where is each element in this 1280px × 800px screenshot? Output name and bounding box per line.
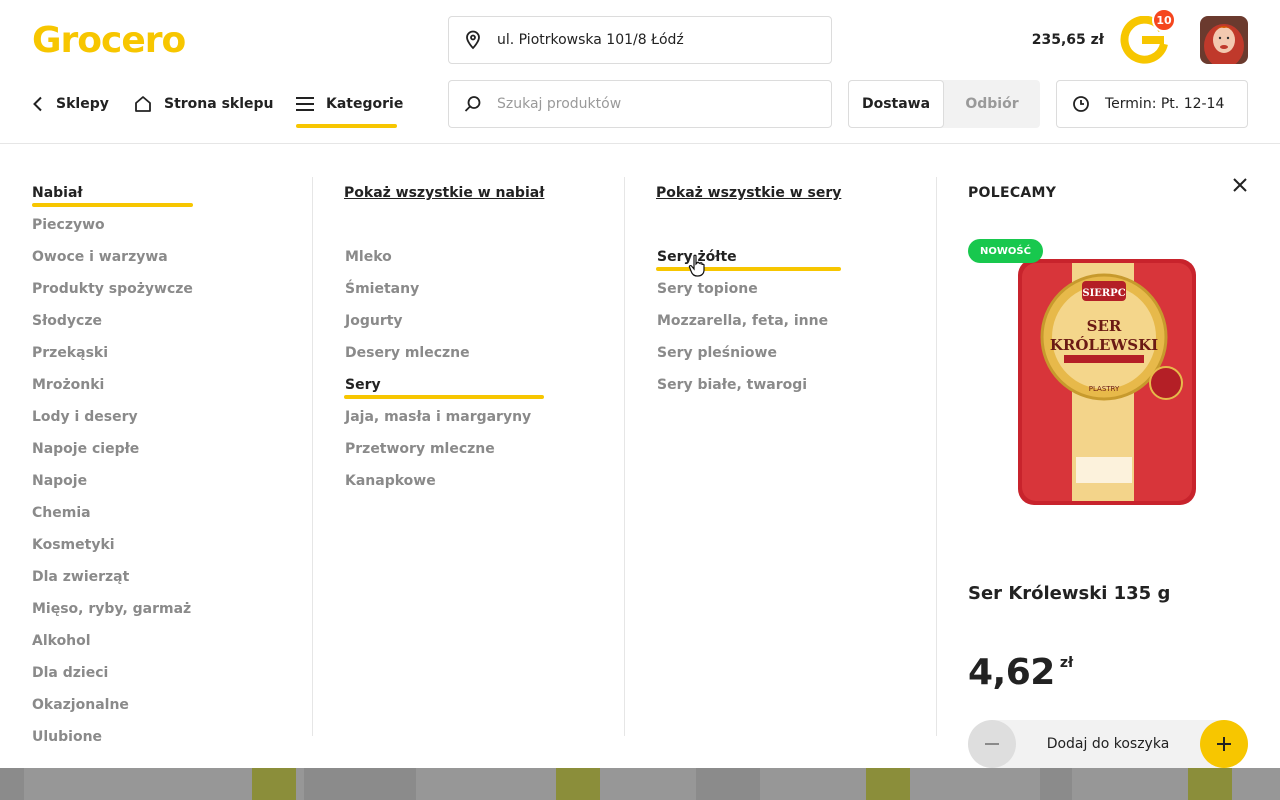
- address-text: ul. Piotrkowska 101/8 Łódź: [497, 32, 684, 48]
- avatar[interactable]: [1200, 16, 1248, 64]
- price-currency: zł: [1059, 655, 1074, 671]
- column-divider: [936, 177, 937, 736]
- svg-text:Grocero: Grocero: [32, 20, 186, 60]
- category-item[interactable]: Mięso, ryby, garmaż: [32, 593, 193, 625]
- plus-icon: [1216, 737, 1231, 751]
- subsubcategory-item[interactable]: Sery topione: [656, 273, 841, 305]
- nav-back-stores[interactable]: Sklepy: [32, 88, 109, 120]
- subcategory-item[interactable]: Sery: [344, 369, 545, 401]
- search-input[interactable]: [497, 96, 817, 112]
- subsubcategory-item[interactable]: Mozzarella, feta, inne: [656, 305, 841, 337]
- category-item[interactable]: Owoce i warzywa: [32, 241, 193, 273]
- subcategory-item[interactable]: Przetwory mleczne: [344, 433, 544, 465]
- user-avatar-icon: [1200, 16, 1248, 64]
- background-product-image: [252, 768, 296, 800]
- category-item[interactable]: Okazjonalne: [32, 689, 193, 721]
- subcategory-item[interactable]: Jogurty: [344, 305, 544, 337]
- delivery-option-odbior[interactable]: Odbiór: [944, 80, 1040, 128]
- add-to-cart-control: Dodaj do koszyka: [968, 720, 1248, 768]
- subsubcategory-list: Pokaż wszystkie w sery Sery żółte Sery t…: [656, 177, 842, 401]
- cheese-package-icon: SIERPC SER KRÓLEWSKI PLASTRY: [1018, 259, 1196, 505]
- address-field[interactable]: ul. Piotrkowska 101/8 Łódź: [448, 16, 832, 64]
- nav-back-label: Sklepy: [56, 96, 109, 112]
- subcategory-item[interactable]: Mleko: [344, 241, 544, 273]
- background-product-image: [866, 768, 910, 800]
- category-item[interactable]: Dla zwierząt: [32, 561, 193, 593]
- category-item[interactable]: Słodycze: [32, 305, 193, 337]
- nav-categories[interactable]: Kategorie: [296, 88, 403, 120]
- product-image[interactable]: SIERPC SER KRÓLEWSKI PLASTRY: [1016, 257, 1200, 507]
- subcategory-item[interactable]: Jaja, masła i margaryny: [344, 401, 544, 433]
- chevron-left-icon: [32, 96, 44, 112]
- category-list: Nabiał Pieczywo Owoce i warzywa Produkty…: [32, 177, 193, 753]
- close-menu-button[interactable]: [1228, 173, 1252, 197]
- nav-store-page[interactable]: Strona sklepu: [134, 88, 274, 120]
- package-variant: PLASTRY: [1089, 385, 1120, 393]
- header: Grocero ul. Piotrkowska 101/8 Łódź 235,6…: [0, 0, 1280, 144]
- decrease-quantity-button[interactable]: [968, 720, 1016, 768]
- close-icon: [1233, 178, 1247, 192]
- subcategory-item[interactable]: Desery mleczne: [344, 337, 544, 369]
- category-item[interactable]: Chemia: [32, 497, 193, 529]
- show-all-dairy-link[interactable]: Pokaż wszystkie w nabiał: [344, 177, 544, 209]
- new-badge: NOWOŚĆ: [968, 239, 1043, 263]
- package-line2: KRÓLEWSKI: [1050, 336, 1158, 354]
- background-product-image: [1188, 768, 1232, 800]
- product-name[interactable]: Ser Królewski 135 g: [968, 583, 1170, 604]
- category-item[interactable]: Dla dzieci: [32, 657, 193, 689]
- subsubcategory-item[interactable]: Sery pleśniowe: [656, 337, 841, 369]
- add-to-cart-label[interactable]: Dodaj do koszyka: [1047, 736, 1170, 752]
- categories-mega-menu: Nabiał Pieczywo Owoce i warzywa Produkty…: [0, 145, 1280, 768]
- package-brand: SIERPC: [1082, 288, 1125, 299]
- hand-cursor-icon: [688, 254, 705, 277]
- category-item[interactable]: Mrożonki: [32, 369, 193, 401]
- home-icon: [134, 95, 152, 113]
- delivery-mode-toggle[interactable]: Dostawa Odbiór: [848, 80, 1040, 128]
- subsubcategory-item[interactable]: Sery białe, twarogi: [656, 369, 841, 401]
- hamburger-menu-icon: [296, 97, 314, 111]
- subsubcategory-item[interactable]: Sery żółte: [656, 241, 842, 273]
- background-product-card: [1072, 768, 1280, 800]
- background-product-image: [556, 768, 600, 800]
- clock-icon: [1057, 81, 1105, 127]
- delivery-option-dostawa[interactable]: Dostawa: [848, 80, 944, 128]
- category-item[interactable]: Alkohol: [32, 625, 193, 657]
- delivery-term-field[interactable]: Termin: Pt. 12-14: [1056, 80, 1248, 128]
- delivery-term-text: Termin: Pt. 12-14: [1105, 96, 1225, 112]
- location-pin-icon: [449, 17, 497, 63]
- category-item[interactable]: Przekąski: [32, 337, 193, 369]
- category-item[interactable]: Nabiał: [32, 177, 193, 209]
- category-item[interactable]: Kosmetyki: [32, 529, 193, 561]
- cart-count-badge: 10: [1152, 8, 1176, 32]
- nav-categories-active-indicator: [296, 124, 397, 128]
- package-line1: SER: [1087, 317, 1122, 335]
- subcategory-item[interactable]: Śmietany: [344, 273, 544, 305]
- column-divider: [624, 177, 625, 736]
- show-all-cheese-link[interactable]: Pokaż wszystkie w sery: [656, 177, 841, 209]
- category-item[interactable]: Napoje: [32, 465, 193, 497]
- category-item[interactable]: Produkty spożywcze: [32, 273, 193, 305]
- increase-quantity-button[interactable]: [1199, 720, 1248, 768]
- search-field[interactable]: [448, 80, 832, 128]
- grocero-logo-icon: Grocero: [32, 20, 187, 60]
- subcategory-item[interactable]: Kanapkowe: [344, 465, 544, 497]
- recommended-product-card: POLECAMY NOWOŚĆ SIERPC SER KRÓLEWSKI PLA…: [968, 177, 1248, 768]
- price-value: 4,62: [968, 652, 1055, 693]
- recommended-title: POLECAMY: [968, 185, 1057, 201]
- category-item[interactable]: Napoje ciepłe: [32, 433, 193, 465]
- category-item[interactable]: Ulubione: [32, 721, 193, 753]
- subcategory-list: Pokaż wszystkie w nabiał Mleko Śmietany …: [344, 177, 545, 497]
- category-item[interactable]: Pieczywo: [32, 209, 193, 241]
- minus-icon: [985, 743, 999, 745]
- grocero-logo[interactable]: Grocero: [32, 20, 192, 60]
- nav-categories-label: Kategorie: [326, 96, 404, 112]
- cart-total: 235,65 zł: [1031, 32, 1104, 48]
- category-item[interactable]: Lody i desery: [32, 401, 193, 433]
- product-price: 4,62 zł: [968, 651, 1073, 695]
- search-icon: [449, 81, 497, 127]
- nav-store-label: Strona sklepu: [164, 96, 274, 112]
- column-divider: [312, 177, 313, 736]
- background-product-strip: [0, 768, 1280, 800]
